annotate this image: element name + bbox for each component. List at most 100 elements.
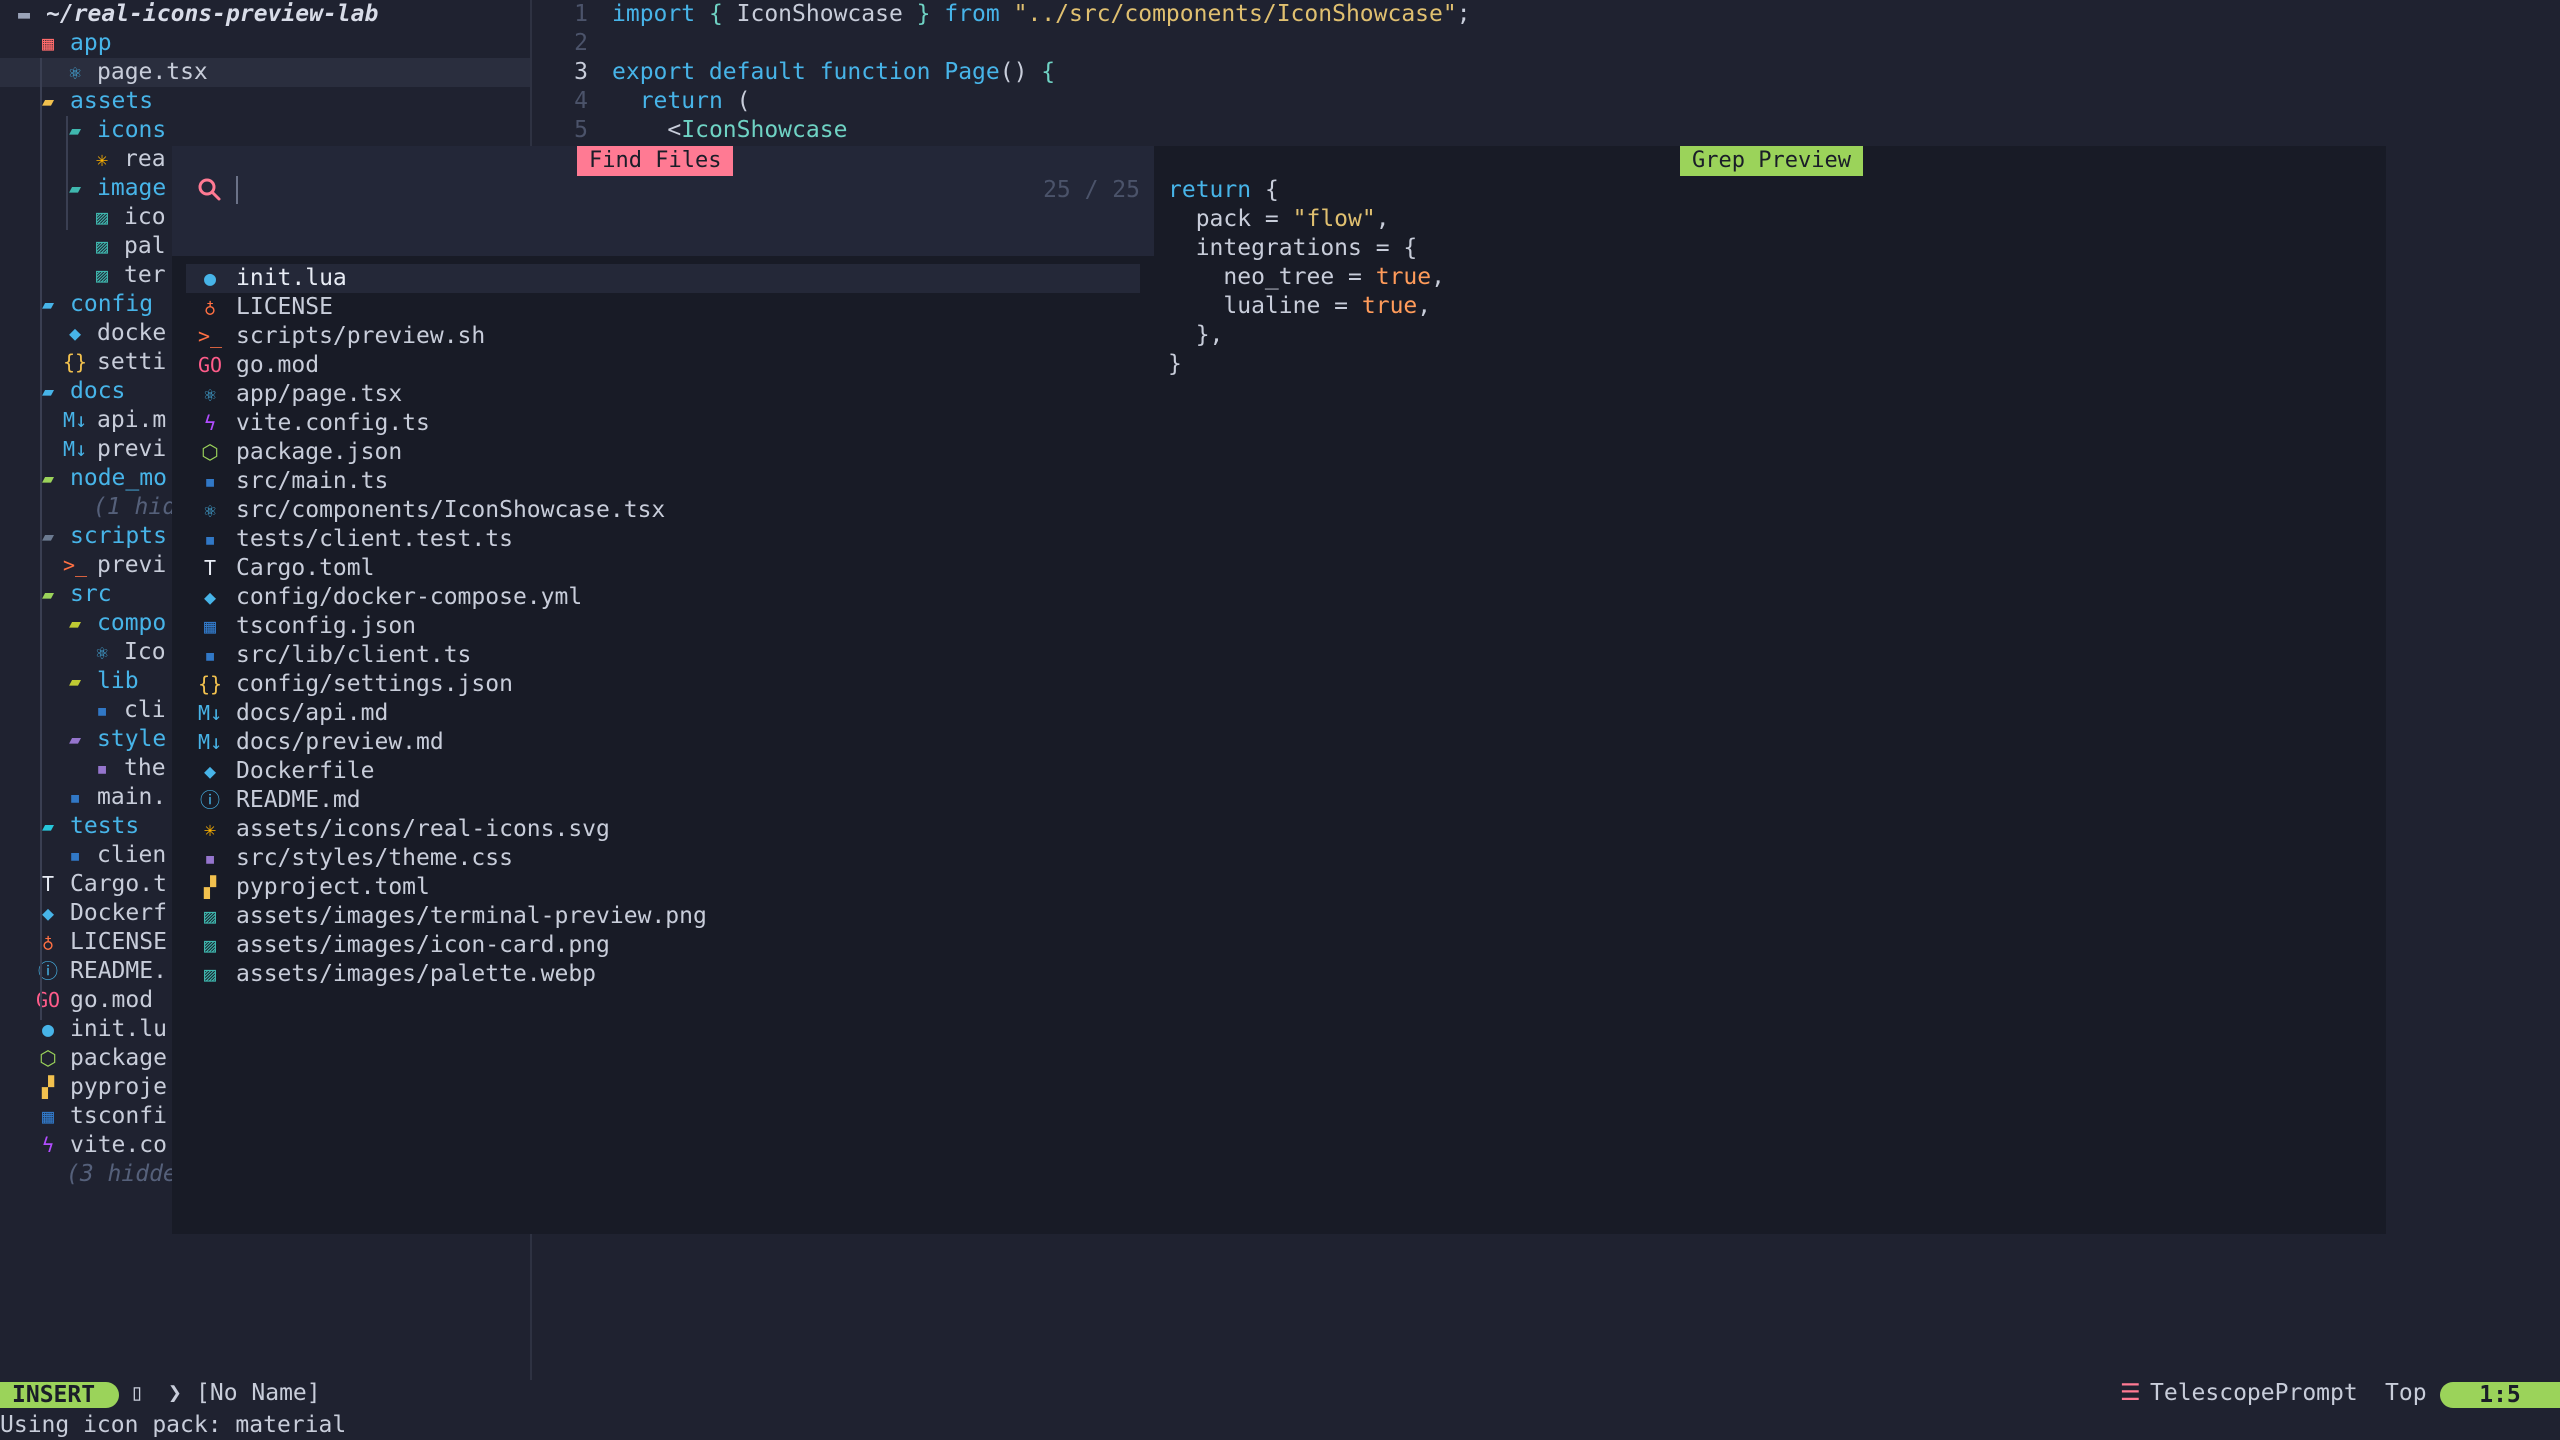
preview-token: "flow" <box>1292 206 1376 232</box>
result-item[interactable]: ▪ src/styles/theme.css <box>186 844 1140 873</box>
result-item[interactable]: ▪ src/main.ts <box>186 467 1140 496</box>
tree-item-label: LICENSE <box>70 929 167 955</box>
code-token: } <box>916 1 945 27</box>
result-path: scripts/preview.sh <box>236 323 486 349</box>
lib-folder-icon: ▰ <box>68 669 82 693</box>
preview-token: pack = <box>1168 206 1293 232</box>
tree-folder[interactable]: ▰ icons <box>0 116 530 145</box>
result-item[interactable]: ⚛ app/page.tsx <box>186 380 1140 409</box>
result-item[interactable]: ▨ assets/images/terminal-preview.png <box>186 902 1140 931</box>
result-item[interactable]: ▨ assets/images/icon-card.png <box>186 931 1140 960</box>
code-line[interactable]: 1 import { IconShowcase } from "../src/co… <box>540 0 1471 29</box>
result-item[interactable]: M↓ docs/api.md <box>186 699 1140 728</box>
code-line[interactable]: 2 <box>540 29 612 58</box>
code-line[interactable]: 3 export default function Page() { <box>540 58 1055 87</box>
result-item[interactable]: ✳ assets/icons/real-icons.svg <box>186 815 1140 844</box>
result-item[interactable]: ▪ src/lib/client.ts <box>186 641 1140 670</box>
grep-preview-title: Grep Preview <box>1680 146 1863 176</box>
result-item[interactable]: ϟ vite.config.ts <box>186 409 1140 438</box>
code-token: < <box>612 117 682 143</box>
result-path: LICENSE <box>236 294 333 320</box>
result-item[interactable]: ♁ LICENSE <box>186 293 1140 322</box>
code-token: ; <box>1456 1 1471 27</box>
tree-item-label: Dockerf <box>70 900 167 926</box>
tree-folder[interactable]: ▰ assets <box>0 87 530 116</box>
result-item[interactable]: ◆ config/docker-compose.yml <box>186 583 1140 612</box>
preview-token: lualine = <box>1168 293 1362 319</box>
typescript-icon: ▪ <box>203 643 217 667</box>
code-line[interactable]: 5 <IconShowcase <box>540 116 847 145</box>
line-number: 4 <box>574 88 588 114</box>
react-icon: ⚛ <box>68 60 82 84</box>
python-icon: ▞ <box>203 875 217 899</box>
react-icon: ⚛ <box>203 498 217 522</box>
json-icon: {} <box>198 672 223 696</box>
tree-item-label: Cargo.t <box>70 871 167 897</box>
tree-item-label: app <box>70 30 112 56</box>
result-item[interactable]: ● init.lua <box>186 264 1140 293</box>
result-path: assets/icons/real-icons.svg <box>236 816 610 842</box>
tree-item-label: pyproje <box>70 1074 167 1100</box>
markdown-icon: M↓ <box>63 437 88 461</box>
preview-token: { <box>1264 177 1279 203</box>
scroll-position: Top <box>2385 1380 2427 1406</box>
css-icon: ▪ <box>95 756 109 780</box>
preview-token: }, <box>1168 322 1224 348</box>
markdown-icon: M↓ <box>198 730 223 754</box>
result-item[interactable]: ▦ tsconfig.json <box>186 612 1140 641</box>
preview-token: , <box>1431 264 1445 290</box>
tree-item-label: clien <box>97 842 167 868</box>
result-item[interactable]: ▨ assets/images/palette.webp <box>186 960 1140 989</box>
tree-item-label: cli <box>124 697 166 723</box>
result-item[interactable]: ⬡ package.json <box>186 438 1140 467</box>
image-file-icon: ▨ <box>203 962 217 986</box>
markdown-icon: M↓ <box>198 701 223 725</box>
result-item[interactable]: ⓘ README.md <box>186 786 1140 815</box>
telescope-search-input[interactable] <box>240 172 1004 208</box>
code-token: from <box>944 1 1014 27</box>
search-icon <box>198 178 221 201</box>
tree-item-label: docs <box>70 378 126 404</box>
tsconfig-icon: ▦ <box>41 1104 55 1128</box>
preview-token: true <box>1375 264 1432 290</box>
code-line[interactable]: 4 return ( <box>540 87 750 116</box>
explorer-root[interactable]: ▬ ~/real-icons-preview-lab <box>0 0 530 29</box>
code-token: IconShowcase <box>736 1 917 27</box>
result-path: init.lua <box>236 265 347 291</box>
result-item[interactable]: M↓ docs/preview.md <box>186 728 1140 757</box>
preview-line: } <box>1168 350 1182 379</box>
shell-icon: >_ <box>63 553 88 577</box>
json-icon: {} <box>63 350 88 374</box>
docker-icon: ◆ <box>68 321 82 345</box>
result-item[interactable]: {} config/settings.json <box>186 670 1140 699</box>
result-item[interactable]: ▪ tests/client.test.ts <box>186 525 1140 554</box>
tree-item-label: ico <box>124 204 166 230</box>
shell-icon: >_ <box>198 324 223 348</box>
result-counter: 25 / 25 <box>1043 177 1140 203</box>
preview-line: neo_tree = true, <box>1168 263 1445 292</box>
result-item[interactable]: T Cargo.toml <box>186 554 1140 583</box>
result-path: app/page.tsx <box>236 381 403 407</box>
result-item[interactable]: ▞ pyproject.toml <box>186 873 1140 902</box>
tree-file[interactable]: ⚛ page.tsx <box>0 58 530 87</box>
result-item[interactable]: ⚛ src/components/IconShowcase.tsx <box>186 496 1140 525</box>
result-item[interactable]: GO go.mod <box>186 351 1140 380</box>
preview-token: true <box>1361 293 1418 319</box>
tree-item-label: lib <box>97 668 139 694</box>
preview-line: integrations = { <box>1168 234 1418 263</box>
indent-guide <box>40 58 42 1020</box>
result-path: Cargo.toml <box>236 555 375 581</box>
result-item[interactable]: ◆ Dockerfile <box>186 757 1140 786</box>
result-item[interactable]: >_ scripts/preview.sh <box>186 322 1140 351</box>
code-token: export default function <box>612 59 945 85</box>
tree-item-label: pal <box>124 233 166 259</box>
tree-folder[interactable]: ▦ app <box>0 29 530 58</box>
buffer-name: [No Name] <box>196 1380 321 1406</box>
result-path: Dockerfile <box>236 758 375 784</box>
result-path: assets/images/terminal-preview.png <box>236 903 707 929</box>
license-icon: ♁ <box>203 295 217 319</box>
code-token: { <box>708 1 737 27</box>
tree-item-label: page.tsx <box>97 59 208 85</box>
components-folder-icon: ▰ <box>68 611 82 635</box>
